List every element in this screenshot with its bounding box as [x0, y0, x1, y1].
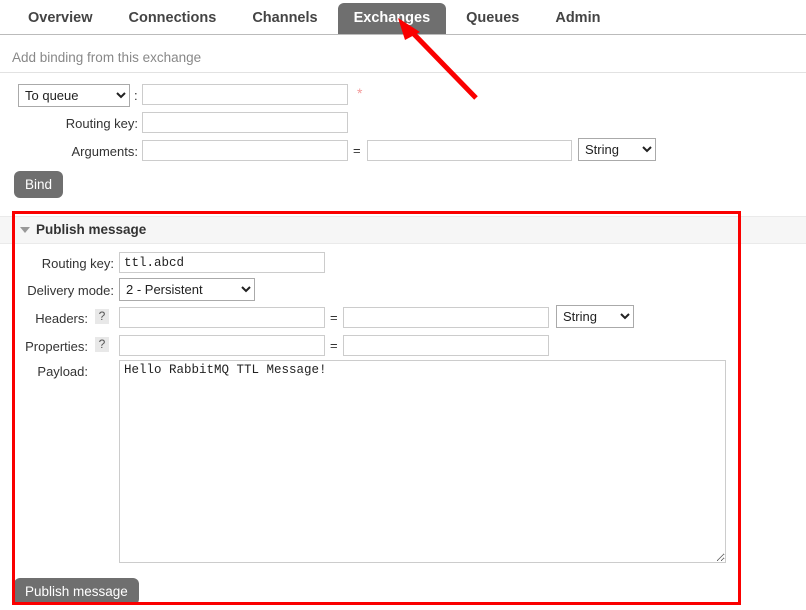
publish-message-title: Publish message	[36, 222, 147, 237]
binding-argument-type-select[interactable]: String Number Boolean List	[578, 138, 656, 161]
properties-help-icon[interactable]: ?	[95, 337, 109, 352]
publish-delivery-mode-select[interactable]: 1 - Non-persistent 2 - Persistent	[119, 278, 255, 301]
chevron-down-icon[interactable]	[20, 227, 30, 233]
binding-arguments-equals: =	[353, 143, 361, 158]
publish-property-key-input[interactable]	[119, 335, 325, 356]
tab-queues[interactable]: Queues	[450, 3, 535, 34]
headers-help-icon[interactable]: ?	[95, 309, 109, 324]
publish-routing-key-label: Routing key:	[41, 256, 114, 271]
tab-connections[interactable]: Connections	[113, 3, 233, 34]
bind-button[interactable]: Bind	[14, 171, 64, 198]
publish-payload-textarea[interactable]: Hello RabbitMQ TTL Message!	[119, 360, 726, 563]
tab-exchanges[interactable]: Exchanges	[337, 3, 447, 34]
publish-headers-equals: =	[330, 310, 338, 325]
publish-property-value-input[interactable]	[343, 335, 549, 356]
add-binding-section-title: Add binding from this exchange	[12, 50, 202, 65]
publish-routing-key-input[interactable]	[119, 252, 325, 273]
main-navigation: Overview Connections Channels Exchanges …	[0, 0, 806, 35]
publish-header-value-input[interactable]	[343, 307, 549, 328]
nav-tab-list: Overview Connections Channels Exchanges …	[12, 0, 620, 34]
tab-admin[interactable]: Admin	[539, 3, 616, 34]
publish-message-button[interactable]: Publish message	[14, 578, 139, 605]
publish-header-type-select[interactable]: String Number Boolean List	[556, 305, 634, 328]
binding-destination-input[interactable]	[142, 84, 348, 105]
section-divider	[0, 72, 806, 73]
binding-routing-key-label: Routing key:	[65, 116, 138, 131]
destination-colon: :	[134, 88, 138, 103]
binding-routing-key-input[interactable]	[142, 112, 348, 133]
binding-argument-key-input[interactable]	[142, 140, 348, 161]
publish-delivery-mode-label: Delivery mode:	[27, 283, 114, 298]
publish-headers-label: Headers:	[35, 311, 88, 326]
required-asterisk: *	[357, 85, 363, 101]
publish-payload-label: Payload:	[37, 364, 88, 379]
binding-arguments-label: Arguments:	[71, 144, 138, 159]
binding-argument-value-input[interactable]	[367, 140, 572, 161]
publish-properties-equals: =	[330, 338, 338, 353]
publish-header-key-input[interactable]	[119, 307, 325, 328]
binding-destination-type-select[interactable]: To queue To exchange	[18, 84, 130, 107]
tab-overview[interactable]: Overview	[12, 3, 109, 34]
publish-properties-label: Properties:	[25, 339, 88, 354]
tab-channels[interactable]: Channels	[236, 3, 333, 34]
